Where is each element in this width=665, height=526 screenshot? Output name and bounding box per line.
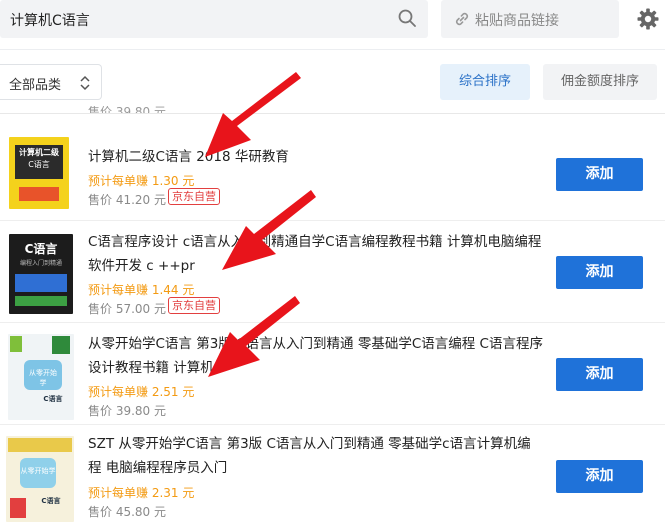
list-item: 计算机二级 C语言 计算机二级C语言 2018 华研教育 预计每单赚 1.30 … — [0, 122, 665, 222]
item-earn: 预计每单赚 2.51 元 — [88, 385, 195, 399]
list-item: 从零开始学 C语言 从零开始学C语言 第3版 C语言从入门到精通 零基础学C语言… — [0, 324, 665, 424]
book-cover: 从零开始学 C语言 — [8, 334, 74, 420]
add-button[interactable]: 添加 — [556, 460, 643, 493]
search-input[interactable]: 计算机C语言 — [0, 0, 428, 38]
book-cover: 从零开始学 C语言 — [6, 436, 74, 522]
item-earn: 预计每单赚 2.31 元 — [88, 486, 195, 500]
item-price: 售价 39.80 元 — [88, 404, 166, 418]
book-cover: C语言 编程入门到精通 — [9, 234, 73, 314]
gear-icon[interactable] — [636, 7, 660, 31]
category-label: 全部品类 — [9, 78, 62, 93]
cover-subtitle: C语言 — [28, 160, 50, 169]
cover-subtitle: C语言 — [41, 497, 61, 505]
item-title[interactable]: C语言程序设计 c语言从入门到精通自学C语言编程教程书籍 计算机电脑编程软件开发… — [88, 230, 543, 278]
sort-comprehensive-button[interactable]: 综合排序 — [440, 64, 530, 100]
search-query: 计算机C语言 — [10, 13, 90, 29]
list-item: C语言 编程入门到精通 C语言程序设计 c语言从入门到精通自学C语言编程教程书籍… — [0, 222, 665, 322]
paste-link-placeholder: 粘贴商品链接 — [475, 13, 559, 29]
add-button[interactable]: 添加 — [556, 256, 643, 289]
cover-title: 从零开始学 — [20, 467, 56, 475]
category-select[interactable]: 全部品类 — [0, 64, 102, 100]
previous-item-price: 售价 39.80 元 — [88, 106, 166, 113]
item-title[interactable]: SZT 从零开始学C语言 第3版 C语言从入门到精通 零基础学c语言计算机编程 … — [88, 432, 543, 480]
top-divider — [0, 49, 665, 50]
add-button[interactable]: 添加 — [556, 358, 643, 391]
list-item: 从零开始学 C语言 SZT 从零开始学C语言 第3版 C语言从入门到精通 零基础… — [0, 426, 665, 526]
search-icon[interactable] — [398, 9, 416, 27]
row-divider — [0, 424, 665, 425]
cover-title: C语言 — [24, 242, 58, 256]
jd-self-badge: 京东自营 — [168, 297, 220, 314]
item-price: 售价 45.80 元 — [88, 505, 166, 519]
sort-commission-button[interactable]: 佣金额度排序 — [543, 64, 657, 100]
cover-subtitle: C语言 — [43, 395, 63, 403]
item-price: 售价 57.00 元 — [88, 302, 166, 316]
paste-link-input[interactable]: 粘贴商品链接 — [441, 0, 619, 38]
cover-subtitle: 编程入门到精通 — [19, 260, 62, 267]
link-icon — [455, 12, 469, 26]
item-earn: 预计每单赚 1.44 元 — [88, 283, 195, 297]
list-divider — [0, 113, 665, 114]
cover-title: 计算机二级 — [19, 148, 59, 157]
item-price: 售价 41.20 元 — [88, 193, 166, 207]
item-earn: 预计每单赚 1.30 元 — [88, 174, 195, 188]
cover-title: 从零开始学 — [29, 369, 57, 387]
item-title[interactable]: 从零开始学C语言 第3版 C语言从入门到精通 零基础学C语言编程 C语言程序设计… — [88, 332, 543, 380]
chevron-updown-icon — [80, 75, 90, 91]
add-button[interactable]: 添加 — [556, 158, 643, 191]
row-divider — [0, 220, 665, 221]
book-cover: 计算机二级 C语言 — [9, 137, 69, 209]
row-divider — [0, 322, 665, 323]
jd-self-badge: 京东自营 — [168, 188, 220, 205]
item-title[interactable]: 计算机二级C语言 2018 华研教育 — [88, 145, 543, 169]
